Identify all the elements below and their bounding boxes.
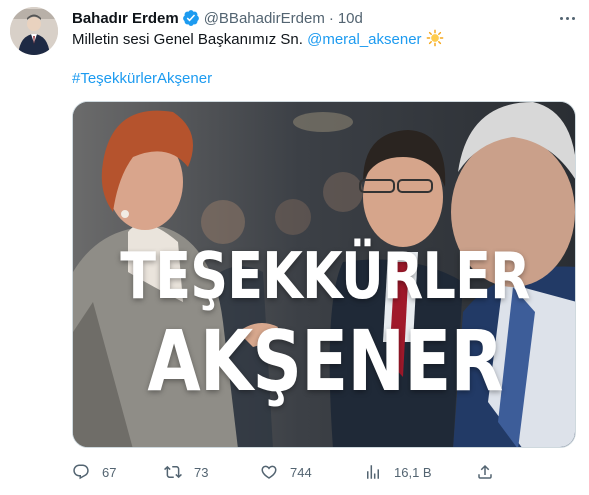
image-headline-line2: AKŞENER (147, 312, 503, 410)
action-bar: 67 73 744 16,1 B (72, 462, 512, 482)
views-chart-icon (367, 465, 379, 479)
tweet[interactable]: Bahadır Erdem @BBahadirErdem · 10d Mille… (0, 0, 589, 495)
tweet-header: Bahadır Erdem @BBahadirErdem · 10d (72, 8, 363, 28)
retweet-button[interactable]: 73 (164, 462, 208, 482)
author-name[interactable]: Bahadır Erdem (72, 10, 179, 27)
avatar[interactable] (10, 7, 58, 55)
reply-icon (73, 464, 89, 480)
like-count: 744 (290, 464, 312, 480)
header-separator: · (328, 9, 334, 27)
like-button[interactable]: 744 (260, 462, 312, 482)
share-button[interactable] (476, 462, 506, 482)
tweet-timestamp[interactable]: 10d (338, 10, 363, 27)
heart-icon (261, 465, 277, 479)
reply-button[interactable]: 67 (72, 462, 116, 482)
author-handle[interactable]: @BBahadirErdem (204, 10, 325, 27)
tweet-text: Milletin sesi Genel Başkanımız Sn. @mera… (72, 29, 444, 50)
sun-icon (426, 29, 443, 47)
more-options-icon[interactable] (556, 8, 578, 28)
hashtag-link[interactable]: #TeşekkürlerAkşener (72, 70, 212, 87)
reply-count: 67 (102, 464, 117, 480)
share-icon (478, 464, 492, 479)
tweet-text-body: Milletin sesi Genel Başkanımız Sn. (72, 31, 308, 48)
hashtag-line: #TeşekkürlerAkşener (72, 69, 212, 89)
verified-badge-icon (182, 10, 199, 26)
image-headline-line1: TEŞEKKÜRLER (120, 240, 530, 314)
tweet-image[interactable]: TEŞEKKÜRLER AKŞENER (72, 101, 576, 448)
retweet-count: 73 (194, 464, 209, 480)
retweet-icon (164, 465, 182, 479)
mention-link[interactable]: @meral_aksener (307, 31, 421, 48)
views-count: 16,1 B (394, 464, 432, 480)
views-button[interactable]: 16,1 B (364, 462, 432, 482)
